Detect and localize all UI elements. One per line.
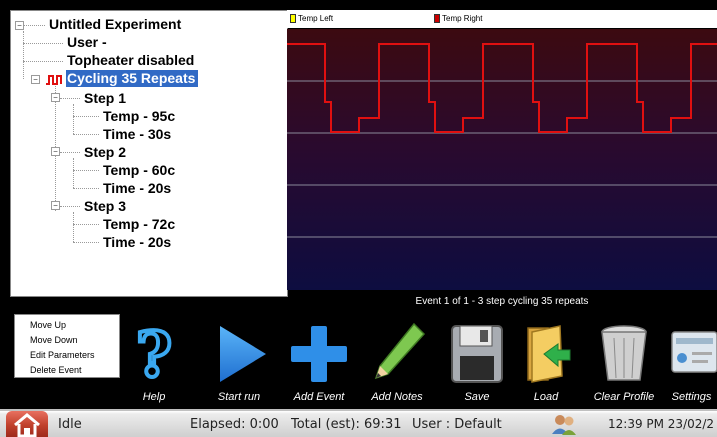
tree-connector — [73, 188, 99, 189]
svg-text:?: ? — [136, 318, 172, 388]
tree-node-step-1[interactable]: Step 1 — [84, 90, 126, 107]
graph-plot — [287, 29, 717, 290]
tree-connector — [60, 152, 80, 153]
question-mark-icon: ? — [134, 318, 174, 388]
start-run-label: Start run — [217, 391, 261, 403]
tree-connector — [73, 242, 99, 243]
elapsed-time: Elapsed: 0:00 — [190, 417, 279, 432]
legend-label-right: Temp Right — [442, 14, 483, 23]
legend-label-left: Temp Left — [298, 14, 334, 23]
start-run-button[interactable]: Start run — [206, 318, 272, 406]
event-context-menu: Move Up Move Down Edit Parameters Delete… — [14, 314, 120, 378]
collapse-toggle-step-3[interactable]: − — [51, 201, 60, 210]
play-icon — [220, 326, 266, 382]
legend-swatch-right — [434, 14, 440, 23]
tree-connector — [23, 61, 63, 62]
tree-connector — [73, 170, 99, 171]
current-user: User : Default — [412, 417, 502, 432]
tree-node-step-2[interactable]: Step 2 — [84, 144, 126, 161]
plot-background — [287, 29, 717, 290]
experiment-tree[interactable]: − − − − − Untitled Experiment User - Top… — [10, 10, 288, 297]
tree-node-topheater[interactable]: Topheater disabled — [67, 52, 194, 69]
load-label: Load — [533, 391, 559, 403]
tree-node-cycling[interactable]: Cycling 35 Repeats — [66, 70, 199, 87]
tree-connector — [73, 116, 99, 117]
tree-node-step-2-temp[interactable]: Temp - 60c — [103, 162, 175, 179]
tree-node-step-3[interactable]: Step 3 — [84, 198, 126, 215]
folder-icon — [527, 325, 571, 383]
legend-swatch-left — [290, 14, 296, 23]
graph-legend: Temp Left Temp Right — [287, 10, 717, 28]
tree-node-step-1-temp[interactable]: Temp - 95c — [103, 108, 175, 125]
legend-temp-right: Temp Right — [434, 14, 482, 23]
tree-node-experiment[interactable]: Untitled Experiment — [49, 16, 181, 33]
tree-connector — [60, 98, 80, 99]
menu-item-move-down[interactable]: Move Down — [15, 333, 119, 348]
menu-item-edit-parameters[interactable]: Edit Parameters — [15, 348, 119, 363]
tree-connector — [73, 158, 74, 188]
users-icon[interactable] — [551, 412, 577, 436]
settings-label: Settings — [671, 391, 712, 403]
clear-profile-label: Clear Profile — [593, 391, 655, 403]
event-caption: Event 1 of 1 - 3 step cycling 35 repeats — [415, 296, 589, 307]
add-event-label: Add Event — [293, 391, 345, 403]
temperature-graph: Temp Left Temp Right — [287, 10, 717, 290]
help-label: Help — [142, 391, 166, 403]
tree-node-step-3-time[interactable]: Time - 20s — [103, 234, 171, 251]
home-icon — [14, 413, 40, 437]
tree-connector — [73, 134, 99, 135]
load-button[interactable]: Load — [518, 318, 574, 406]
tree-connector — [73, 104, 74, 134]
pencil-icon — [374, 322, 426, 380]
clear-profile-button[interactable]: Clear Profile — [586, 318, 662, 406]
trash-bin-icon — [601, 325, 647, 381]
help-button[interactable]: ? Help — [128, 318, 180, 406]
add-notes-label: Add Notes — [371, 391, 423, 403]
save-button[interactable]: Save — [446, 318, 508, 406]
tree-node-step-3-temp[interactable]: Temp - 72c — [103, 216, 175, 233]
tree-node-user[interactable]: User - — [67, 34, 107, 51]
tree-connector — [23, 43, 63, 44]
settings-button[interactable]: Settings — [666, 318, 717, 406]
collapse-toggle-root[interactable]: − — [15, 21, 24, 30]
run-state: Idle — [58, 417, 82, 432]
plus-icon — [291, 326, 347, 382]
menu-item-move-up[interactable]: Move Up — [15, 318, 119, 333]
tree-connector — [73, 212, 74, 242]
legend-temp-left: Temp Left — [290, 14, 333, 23]
tree-connector — [60, 206, 80, 207]
collapse-toggle-step-1[interactable]: − — [51, 93, 60, 102]
total-estimated-time: Total (est): 69:31 — [291, 417, 402, 432]
clock: 12:39 PM 23/02/2 — [608, 417, 715, 431]
status-bar: Idle Elapsed: 0:00 Total (est): 69:31 Us… — [0, 409, 717, 437]
menu-item-delete-event[interactable]: Delete Event — [15, 363, 119, 378]
add-event-button[interactable]: Add Event — [286, 318, 352, 406]
settings-icon — [671, 331, 717, 373]
floppy-disk-icon — [451, 325, 503, 383]
collapse-toggle-step-2[interactable]: − — [51, 147, 60, 156]
tree-node-step-2-time[interactable]: Time - 20s — [103, 180, 171, 197]
cycling-icon — [46, 75, 62, 85]
tree-connector — [73, 224, 99, 225]
home-button[interactable] — [6, 411, 48, 437]
tree-connector — [23, 25, 45, 26]
save-label: Save — [464, 391, 490, 403]
tree-node-step-1-time[interactable]: Time - 30s — [103, 126, 171, 143]
collapse-toggle-cycling[interactable]: − — [31, 75, 40, 84]
tree-connector — [23, 31, 24, 79]
add-notes-button[interactable]: Add Notes — [364, 318, 430, 406]
